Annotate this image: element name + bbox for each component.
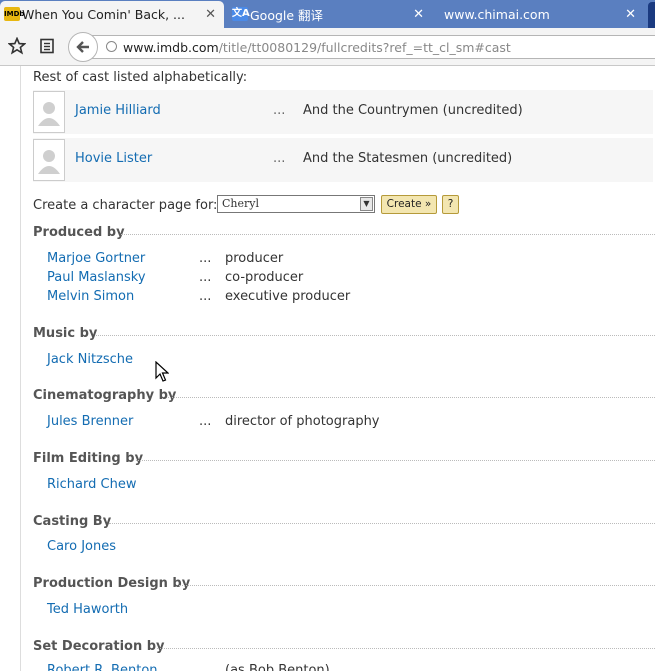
tab-title: When You Comin' Back, ...: [22, 7, 185, 22]
browser-toolbar: www.imdb.com/title/tt0080129/fullcredits…: [0, 28, 655, 66]
credit-role: executive producer: [225, 289, 351, 304]
section-divider: [136, 460, 655, 461]
tab-title: Google 翻译: [250, 8, 324, 23]
page-content: Rest of cast listed alphabetically: Jami…: [0, 66, 655, 671]
create-button[interactable]: Create »: [381, 195, 437, 214]
tab-title: www.chimai.com: [444, 7, 550, 22]
section-title-music-by: Music by: [33, 326, 98, 341]
dropdown-arrow-icon[interactable]: ▼: [360, 197, 373, 211]
credit-name-link[interactable]: Richard Chew: [47, 477, 136, 492]
close-icon[interactable]: ✕: [205, 7, 216, 22]
url-text[interactable]: www.imdb.com/title/tt0080129/fullcredits…: [123, 40, 511, 55]
section-divider: [168, 397, 655, 398]
section-divider: [157, 648, 655, 649]
section-title-production-design-by: Production Design by: [33, 576, 191, 591]
cast-dots: ...: [273, 151, 286, 166]
imdb-favicon-icon: IMDb: [4, 7, 24, 21]
url-domain: www.imdb.com: [123, 40, 219, 55]
cast-name-link[interactable]: Hovie Lister: [75, 151, 152, 166]
character-page-label: Create a character page for:: [33, 198, 218, 213]
table-row: Jamie Hilliard ... And the Countrymen (u…: [33, 90, 653, 134]
credit-role: co-producer: [225, 270, 304, 285]
tab-google-translate[interactable]: 文A Google 翻译 ✕: [228, 1, 432, 28]
url-path: /title/tt0080129/fullcredits?ref_=tt_cl_…: [218, 40, 511, 55]
content-left-border: [20, 66, 21, 671]
cast-name-link[interactable]: Jamie Hilliard: [75, 103, 161, 118]
reader-icon[interactable]: [37, 37, 57, 57]
credit-name-link[interactable]: Paul Maslansky: [47, 270, 146, 285]
section-title-cinematography-by: Cinematography by: [33, 388, 177, 403]
avatar[interactable]: [33, 139, 65, 181]
new-tab-edge[interactable]: [648, 2, 655, 28]
cast-character: And the Statesmen (uncredited): [303, 151, 513, 166]
person-placeholder-icon: [38, 150, 60, 174]
section-divider: [121, 234, 655, 235]
credit-name-link[interactable]: Jules Brenner: [47, 414, 133, 429]
credit-dots: ...: [199, 289, 212, 304]
section-title-film-editing-by: Film Editing by: [33, 451, 144, 466]
credit-name-link[interactable]: Caro Jones: [47, 539, 116, 554]
credit-name-link[interactable]: Melvin Simon: [47, 289, 134, 304]
credit-name-link[interactable]: Robert R. Benton: [47, 663, 158, 671]
back-arrow-icon: [76, 41, 89, 53]
address-bar[interactable]: www.imdb.com/title/tt0080129/fullcredits…: [92, 35, 655, 59]
credit-role: (as Bob Benton): [225, 663, 330, 671]
credit-dots: ...: [199, 270, 212, 285]
tab-chimai[interactable]: www.chimai.com ✕: [436, 1, 644, 28]
person-placeholder-icon: [38, 102, 60, 126]
credit-name-link[interactable]: Jack Nitzsche: [47, 352, 133, 367]
back-button[interactable]: [68, 32, 98, 62]
character-select-value: Cheryl: [222, 197, 260, 210]
close-icon[interactable]: ✕: [625, 7, 636, 22]
star-icon[interactable]: [7, 36, 27, 57]
tab-imdb[interactable]: IMDb When You Comin' Back, ... ✕: [0, 1, 224, 28]
character-select[interactable]: Cheryl ▼: [217, 195, 375, 213]
credit-role: director of photography: [225, 414, 380, 429]
close-icon[interactable]: ✕: [413, 7, 424, 22]
google-translate-favicon-icon: 文A: [232, 7, 250, 21]
section-divider: [109, 523, 655, 524]
cast-dots: ...: [273, 103, 286, 118]
mouse-cursor-icon: [155, 361, 169, 382]
tab-strip: IMDb When You Comin' Back, ... ✕ 文A Goog…: [0, 0, 655, 28]
section-title-produced-by: Produced by: [33, 225, 125, 240]
globe-icon: [106, 41, 117, 52]
credit-dots: ...: [199, 414, 212, 429]
section-title-casting-by: Casting By: [33, 514, 112, 529]
avatar[interactable]: [33, 91, 65, 133]
credit-name-link[interactable]: Marjoe Gortner: [47, 251, 145, 266]
help-button[interactable]: ?: [442, 195, 459, 214]
credit-role: producer: [225, 251, 284, 266]
credit-dots: ...: [199, 251, 212, 266]
table-row: Hovie Lister ... And the Statesmen (uncr…: [33, 138, 653, 182]
credit-name-link[interactable]: Ted Haworth: [47, 602, 128, 617]
cast-character: And the Countrymen (uncredited): [303, 103, 523, 118]
section-divider: [179, 585, 655, 586]
section-title-set-decoration-by: Set Decoration by: [33, 639, 165, 654]
section-divider: [96, 335, 655, 336]
cast-intro-text: Rest of cast listed alphabetically:: [33, 70, 248, 85]
